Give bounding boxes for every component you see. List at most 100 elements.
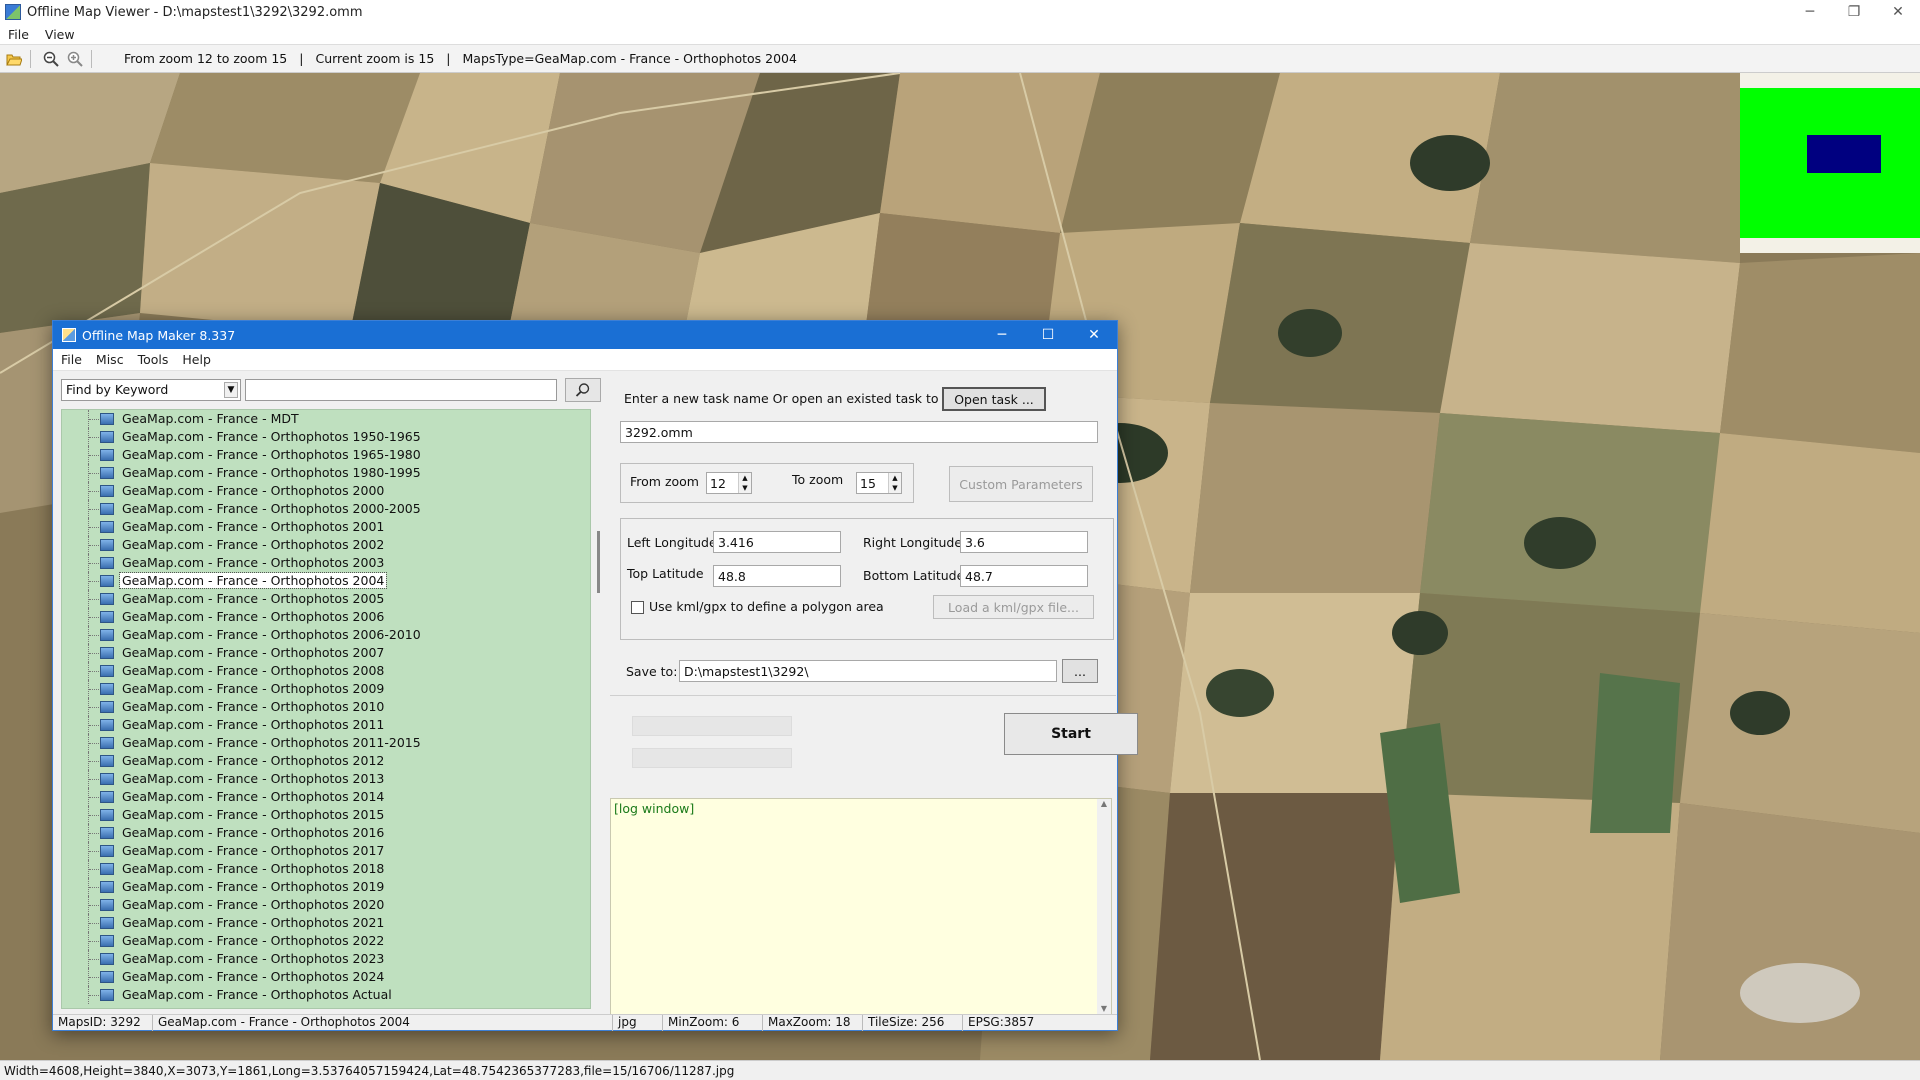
tree-item-label: GeaMap.com - France - Orthophotos 2000 bbox=[122, 483, 385, 498]
toolbar-separator bbox=[30, 49, 31, 68]
tree-item[interactable]: GeaMap.com - France - Orthophotos 2006-2… bbox=[62, 626, 590, 644]
to-zoom-stepper[interactable]: 15 ▲ ▼ bbox=[856, 472, 902, 494]
menu-file[interactable]: File bbox=[8, 27, 29, 42]
stepper-arrows-icon[interactable]: ▲ ▼ bbox=[738, 473, 751, 493]
overview-minimap[interactable] bbox=[1740, 73, 1920, 253]
browse-button[interactable]: ... bbox=[1062, 659, 1098, 683]
start-button[interactable]: Start bbox=[1004, 713, 1138, 755]
tree-item[interactable]: GeaMap.com - France - Orthophotos 2020 bbox=[62, 896, 590, 914]
tree-connector bbox=[89, 635, 99, 636]
tree-connector bbox=[89, 833, 99, 834]
tree-item-label: GeaMap.com - France - Orthophotos 1950-1… bbox=[122, 429, 421, 444]
maximize-icon[interactable]: ☐ bbox=[1025, 321, 1071, 349]
map-image-icon bbox=[100, 737, 114, 749]
tree-item[interactable]: GeaMap.com - France - Orthophotos 2016 bbox=[62, 824, 590, 842]
tree-connector bbox=[89, 617, 99, 618]
tile-format: jpg bbox=[613, 1015, 663, 1031]
tree-item[interactable]: GeaMap.com - France - Orthophotos 2000 bbox=[62, 482, 590, 500]
tree-item[interactable]: GeaMap.com - France - Orthophotos 2002 bbox=[62, 536, 590, 554]
find-mode-select[interactable]: Find by Keyword ▼ bbox=[61, 379, 241, 401]
tree-item[interactable]: GeaMap.com - France - Orthophotos 2017 bbox=[62, 842, 590, 860]
stepper-arrows-icon[interactable]: ▲ ▼ bbox=[888, 473, 901, 493]
menu-tools[interactable]: Tools bbox=[138, 352, 169, 367]
folder-open-icon[interactable] bbox=[4, 49, 24, 69]
minimap-viewport[interactable] bbox=[1807, 135, 1881, 173]
minimize-icon[interactable]: ─ bbox=[979, 321, 1025, 349]
tree-item[interactable]: GeaMap.com - France - Orthophotos 2010 bbox=[62, 698, 590, 716]
tree-item[interactable]: GeaMap.com - France - Orthophotos 2012 bbox=[62, 752, 590, 770]
tree-item[interactable]: GeaMap.com - France - Orthophotos 2001 bbox=[62, 518, 590, 536]
map-image-icon bbox=[100, 881, 114, 893]
search-button[interactable] bbox=[565, 378, 601, 402]
close-icon[interactable]: ✕ bbox=[1876, 0, 1920, 24]
tree-item[interactable]: GeaMap.com - France - Orthophotos 2005 bbox=[62, 590, 590, 608]
minimize-icon[interactable]: ─ bbox=[1788, 0, 1832, 24]
tree-item[interactable]: GeaMap.com - France - Orthophotos 2014 bbox=[62, 788, 590, 806]
kml-checkbox[interactable] bbox=[631, 601, 644, 614]
menu-view[interactable]: View bbox=[45, 27, 75, 42]
tree-item[interactable]: GeaMap.com - France - Orthophotos 2013 bbox=[62, 770, 590, 788]
map-maker-dialog: Offline Map Maker 8.337 ─ ☐ ✕ File Misc … bbox=[52, 320, 1138, 1031]
top-latitude-field[interactable]: 48.8 bbox=[713, 565, 841, 587]
tree-item[interactable]: GeaMap.com - France - Orthophotos 2018 bbox=[62, 860, 590, 878]
tree-item[interactable]: GeaMap.com - France - MDT bbox=[62, 410, 590, 428]
tree-item[interactable]: GeaMap.com - France - Orthophotos Actual bbox=[62, 986, 590, 1004]
maps-tree[interactable]: GeaMap.com - France - MDT GeaMap.com - Fr… bbox=[61, 409, 591, 1009]
map-image-icon bbox=[100, 557, 114, 569]
tree-connector bbox=[89, 491, 99, 492]
menu-misc[interactable]: Misc bbox=[96, 352, 124, 367]
menu-file[interactable]: File bbox=[61, 352, 82, 367]
tree-scroll-thumb[interactable] bbox=[597, 531, 600, 593]
tree-item[interactable]: GeaMap.com - France - Orthophotos 2015 bbox=[62, 806, 590, 824]
left-longitude-field[interactable]: 3.416 bbox=[713, 531, 841, 553]
save-path-field[interactable]: D:\mapstest1\3292\ bbox=[679, 660, 1057, 682]
tree-item[interactable]: GeaMap.com - France - Orthophotos 2023 bbox=[62, 950, 590, 968]
dialog-titlebar[interactable]: Offline Map Maker 8.337 ─ ☐ ✕ bbox=[53, 321, 1117, 349]
tree-item[interactable]: GeaMap.com - France - Orthophotos 2019 bbox=[62, 878, 590, 896]
tree-item[interactable]: GeaMap.com - France - Orthophotos 1965-1… bbox=[62, 446, 590, 464]
tree-item[interactable]: GeaMap.com - France - Orthophotos 1950-1… bbox=[62, 428, 590, 446]
tree-item[interactable]: GeaMap.com - France - Orthophotos 2004 bbox=[62, 572, 590, 590]
zoom-in-icon[interactable] bbox=[65, 49, 85, 69]
open-task-button[interactable]: Open task ... bbox=[942, 387, 1046, 411]
tree-item[interactable]: GeaMap.com - France - Orthophotos 2008 bbox=[62, 662, 590, 680]
tree-scrollbar[interactable] bbox=[595, 409, 605, 1009]
tree-item[interactable]: GeaMap.com - France - Orthophotos 2003 bbox=[62, 554, 590, 572]
tree-connector bbox=[89, 653, 99, 654]
chevron-down-icon[interactable]: ▼ bbox=[224, 382, 238, 398]
tree-item[interactable]: GeaMap.com - France - Orthophotos 2024 bbox=[62, 968, 590, 986]
task-name-field[interactable]: 3292.omm bbox=[620, 421, 1098, 443]
bottom-latitude-field[interactable]: 48.7 bbox=[960, 565, 1088, 587]
tree-item[interactable]: GeaMap.com - France - Orthophotos 2007 bbox=[62, 644, 590, 662]
search-input[interactable] bbox=[245, 379, 557, 401]
max-zoom: MaxZoom: 18 bbox=[763, 1015, 863, 1031]
restore-icon[interactable]: ❐ bbox=[1832, 0, 1876, 24]
tree-item[interactable]: GeaMap.com - France - Orthophotos 2011 bbox=[62, 716, 590, 734]
tree-item[interactable]: GeaMap.com - France - Orthophotos 2011-2… bbox=[62, 734, 590, 752]
tree-item[interactable]: GeaMap.com - France - Orthophotos 2009 bbox=[62, 680, 590, 698]
map-image-icon bbox=[100, 953, 114, 965]
from-zoom-stepper[interactable]: 12 ▲ ▼ bbox=[706, 472, 752, 494]
tree-item[interactable]: GeaMap.com - France - Orthophotos 2006 bbox=[62, 608, 590, 626]
zoom-out-icon[interactable] bbox=[41, 49, 61, 69]
tree-connector bbox=[89, 905, 99, 906]
custom-parameters-button[interactable]: Custom Parameters bbox=[949, 466, 1093, 502]
tree-connector bbox=[89, 509, 99, 510]
load-kml-button[interactable]: Load a kml/gpx file... bbox=[933, 595, 1094, 619]
window-controls: ─ ❐ ✕ bbox=[1788, 0, 1920, 24]
tree-item[interactable]: GeaMap.com - France - Orthophotos 2000-2… bbox=[62, 500, 590, 518]
tree-item[interactable]: GeaMap.com - France - Orthophotos 2021 bbox=[62, 914, 590, 932]
menu-help[interactable]: Help bbox=[182, 352, 211, 367]
tree-connector bbox=[89, 671, 99, 672]
log-window[interactable]: [log window] ▲ ▼ bbox=[610, 798, 1112, 1016]
right-longitude-field[interactable]: 3.6 bbox=[960, 531, 1088, 553]
progress-bar-total bbox=[632, 716, 792, 736]
close-icon[interactable]: ✕ bbox=[1071, 321, 1117, 349]
log-scrollbar[interactable]: ▲ ▼ bbox=[1097, 799, 1111, 1015]
map-image-icon bbox=[100, 647, 114, 659]
tree-item[interactable]: GeaMap.com - France - Orthophotos 2022 bbox=[62, 932, 590, 950]
tree-item[interactable]: GeaMap.com - France - Orthophotos 1980-1… bbox=[62, 464, 590, 482]
tree-item-label: GeaMap.com - France - Orthophotos 2020 bbox=[122, 897, 385, 912]
tree-item-label: GeaMap.com - France - Orthophotos 2015 bbox=[122, 807, 385, 822]
window-menubar: File View bbox=[0, 24, 1920, 44]
